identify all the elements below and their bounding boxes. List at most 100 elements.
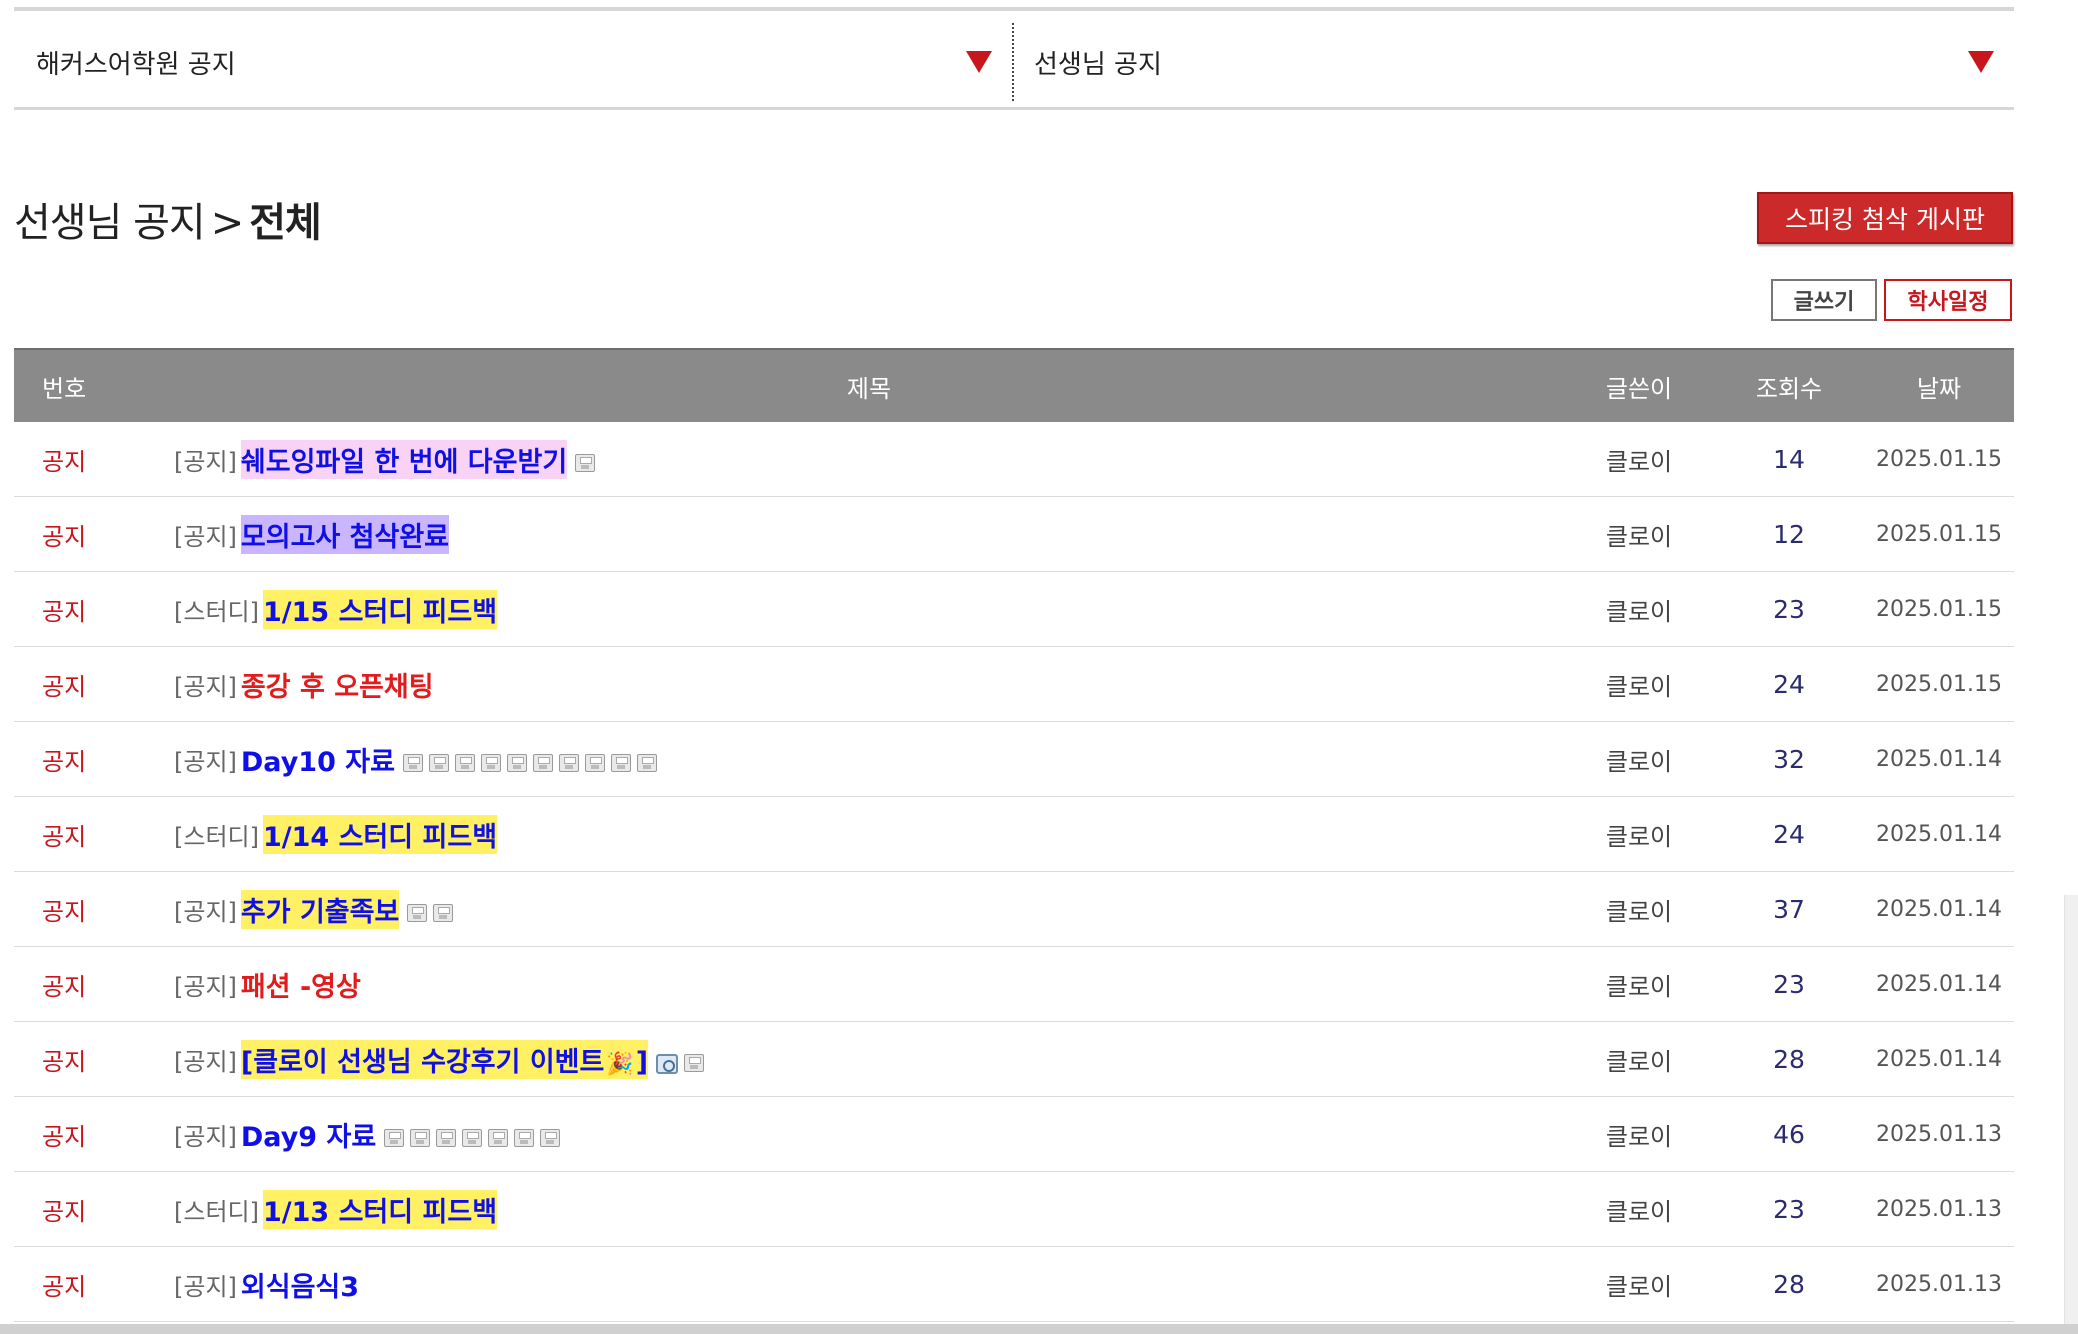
table-row: 공지 [공지] Day9 자료 클로이 46 2025.01.13 — [14, 1097, 2014, 1172]
row-title: [공지] 쉐도잉파일 한 번에 다운받기 — [174, 439, 1564, 479]
party-popper-icon: 🎉 — [606, 1051, 634, 1077]
row-views: 23 — [1773, 594, 1805, 624]
row-writer: 클로이 — [1605, 1122, 1673, 1151]
breadcrumb-parent: 선생님 공지 — [14, 200, 206, 246]
row-subject-link[interactable]: 패션 -영상 — [241, 965, 361, 1004]
row-subject-link[interactable]: 쉐도잉파일 한 번에 다운받기 — [240, 439, 568, 479]
row-title: [공지] 모의고사 첨삭완료 — [174, 514, 1564, 554]
row-category: [공지] — [174, 897, 237, 926]
table-row: 공지 [공지] 추가 기출족보 클로이 37 2025.01.14 — [14, 872, 2014, 947]
breadcrumb-current: 전체 — [249, 200, 322, 246]
floppy-disk-icon — [407, 903, 428, 922]
row-writer: 클로이 — [1605, 522, 1673, 551]
row-num: 공지 — [42, 1197, 87, 1226]
table-row: 공지 [공지] 종강 후 오픈채팅 클로이 24 2025.01.15 — [14, 647, 2014, 722]
table-row: 공지 [스터디] 1/15 스터디 피드백 클로이 23 2025.01.15 — [14, 572, 2014, 647]
row-date: 2025.01.15 — [1876, 671, 2002, 697]
row-subject-link[interactable]: [클로이 선생님 수강후기 이벤트🎉] — [240, 1039, 649, 1079]
floppy-disk-icon — [684, 1053, 705, 1072]
row-subject-text: [클로이 선생님 수강후기 이벤트 — [240, 1046, 605, 1078]
row-title: [공지] Day10 자료 — [174, 740, 1564, 779]
floppy-disk-icon — [514, 1128, 535, 1147]
row-date: 2025.01.13 — [1876, 1196, 2002, 1222]
row-num: 공지 — [42, 747, 87, 776]
row-title: [공지] 외식음식3 — [174, 1265, 1564, 1304]
row-subject-link[interactable]: 1/15 스터디 피드백 — [262, 589, 498, 629]
board-selector: 해커스어학원 공지 선생님 공지 — [14, 7, 2014, 110]
row-writer: 클로이 — [1605, 897, 1673, 926]
floppy-disk-icon — [436, 1128, 457, 1147]
row-writer: 클로이 — [1605, 822, 1673, 851]
row-date: 2025.01.15 — [1876, 521, 2002, 547]
teacher-notice-dropdown[interactable]: 선생님 공지 — [1014, 23, 2014, 101]
row-num: 공지 — [42, 597, 87, 626]
table-row: 공지 [공지] [클로이 선생님 수강후기 이벤트🎉] 클로이 28 2025.… — [14, 1022, 2014, 1097]
horizontal-scrollbar[interactable] — [0, 1324, 2078, 1334]
floppy-disk-icon — [410, 1128, 431, 1147]
triangle-down-icon — [1968, 51, 1994, 73]
row-subject-link[interactable]: 1/13 스터디 피드백 — [262, 1189, 498, 1229]
row-subject-link[interactable]: 종강 후 오픈채팅 — [241, 665, 434, 704]
teacher-notice-label: 선생님 공지 — [1034, 49, 1162, 80]
row-views: 46 — [1773, 1119, 1805, 1149]
row-date: 2025.01.13 — [1876, 1271, 2002, 1297]
row-subject-link[interactable]: 모의고사 첨삭완료 — [240, 514, 450, 554]
vertical-scrollbar[interactable] — [2064, 895, 2078, 1334]
header-date: 날짜 — [1916, 374, 1962, 403]
floppy-disk-icon — [488, 1128, 509, 1147]
academic-schedule-button[interactable]: 학사일정 — [1884, 279, 2012, 321]
row-writer: 클로이 — [1605, 1047, 1673, 1076]
row-subject-link[interactable]: 1/14 스터디 피드백 — [262, 814, 498, 854]
table-row: 공지 [스터디] 1/14 스터디 피드백 클로이 24 2025.01.14 — [14, 797, 2014, 872]
breadcrumb-separator: > — [210, 200, 245, 246]
row-num: 공지 — [42, 897, 87, 926]
row-category: [공지] — [174, 522, 237, 551]
row-category: [공지] — [174, 1047, 237, 1076]
row-num: 공지 — [42, 1272, 87, 1301]
row-date: 2025.01.15 — [1876, 446, 2002, 472]
floppy-disk-icon — [540, 1128, 561, 1147]
row-category: [공지] — [174, 1272, 237, 1301]
floppy-disk-icon — [532, 753, 553, 772]
page-title: 선생님 공지 > 전체 — [14, 190, 322, 248]
row-title: [공지] 종강 후 오픈채팅 — [174, 665, 1564, 704]
row-views: 23 — [1773, 1194, 1805, 1224]
table-row: 공지 [공지] 모의고사 첨삭완료 클로이 12 2025.01.15 — [14, 497, 2014, 572]
speaking-review-board-button[interactable]: 스피킹 첨삭 게시판 — [1757, 192, 2013, 244]
row-subject-link[interactable]: Day10 자료 — [241, 740, 395, 779]
academy-notice-dropdown[interactable]: 해커스어학원 공지 — [14, 23, 1014, 101]
table-row: 공지 [공지] 쉐도잉파일 한 번에 다운받기 클로이 14 2025.01.1… — [14, 422, 2014, 497]
table-header: 번호 제목 글쓴이 조회수 날짜 — [14, 348, 2014, 422]
row-views: 28 — [1773, 1044, 1805, 1074]
academy-notice-label: 해커스어학원 공지 — [36, 49, 236, 80]
row-title: [공지] Day9 자료 — [174, 1115, 1564, 1154]
header-views: 조회수 — [1755, 374, 1823, 403]
image-icon — [656, 1053, 679, 1074]
row-date: 2025.01.14 — [1876, 896, 2002, 922]
row-subject-link[interactable]: Day9 자료 — [241, 1115, 376, 1154]
table-row: 공지 [스터디] 1/13 스터디 피드백 클로이 23 2025.01.13 — [14, 1172, 2014, 1247]
row-date: 2025.01.15 — [1876, 596, 2002, 622]
attachments — [575, 453, 596, 472]
attachments — [384, 1128, 561, 1147]
row-title: [스터디] 1/14 스터디 피드백 — [174, 814, 1564, 854]
floppy-disk-icon — [454, 753, 475, 772]
write-button[interactable]: 글쓰기 — [1771, 279, 1877, 321]
header-writer: 글쓴이 — [1605, 374, 1673, 403]
row-category: [공지] — [174, 1122, 237, 1151]
floppy-disk-icon — [575, 453, 596, 472]
table-row: 공지 [공지] Day10 자료 클로이 32 2025.01.14 — [14, 722, 2014, 797]
row-num: 공지 — [42, 447, 87, 476]
floppy-disk-icon — [428, 753, 449, 772]
row-views: 14 — [1773, 444, 1805, 474]
row-subject-link[interactable]: 추가 기출족보 — [240, 889, 400, 929]
row-writer: 클로이 — [1605, 597, 1673, 626]
row-writer: 클로이 — [1605, 672, 1673, 701]
floppy-disk-icon — [610, 753, 631, 772]
row-subject-link[interactable]: 외식음식3 — [241, 1265, 359, 1304]
floppy-disk-icon — [584, 753, 605, 772]
row-views: 23 — [1773, 969, 1805, 999]
row-title: [스터디] 1/15 스터디 피드백 — [174, 589, 1564, 629]
row-category: [스터디] — [174, 822, 259, 851]
row-views: 37 — [1773, 894, 1805, 924]
